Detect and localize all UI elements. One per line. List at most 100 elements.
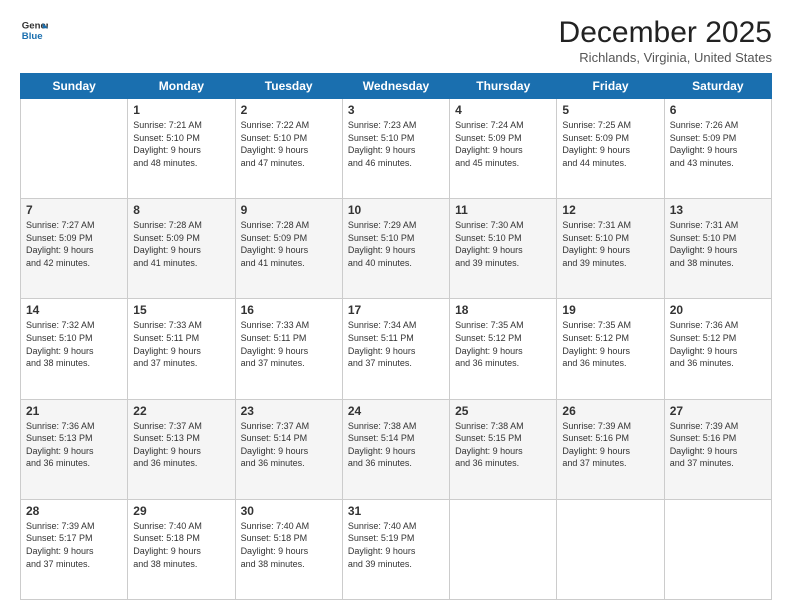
calendar-cell: 24Sunrise: 7:38 AM Sunset: 5:14 PM Dayli… [342,399,449,499]
day-number: 23 [241,404,337,418]
calendar-cell: 23 Sunrise: 7:37 AM Sunset: 5:14 PM Dayli… [235,399,342,499]
calendar-cell [21,99,128,199]
day-info: Sunrise: 7:30 AM Sunset: 5:10 PM Dayligh… [455,219,551,269]
logo-icon: General Blue [20,16,48,44]
calendar-cell: 13 Sunrise: 7:31 AM Sunset: 5:10 PM Dayli… [664,199,771,299]
header-saturday: Saturday [664,74,771,99]
header-tuesday: Tuesday [235,74,342,99]
calendar-cell: 22Sunrise: 7:37 AM Sunset: 5:13 PM Dayli… [128,399,235,499]
calendar-cell: 10 Sunrise: 7:29 AM Sunset: 5:10 PM Dayli… [342,199,449,299]
day-number: 11 [455,203,551,217]
day-info: Sunrise: 7:26 AM Sunset: 5:09 PM Dayligh… [670,119,766,169]
location: Richlands, Virginia, United States [559,50,772,65]
header-monday: Monday [128,74,235,99]
day-number: 17 [348,303,444,317]
month-title: December 2025 [559,16,772,50]
day-number: 10 [348,203,444,217]
day-info: Sunrise: 7:39 AM Sunset: 5:16 PM Dayligh… [670,420,766,470]
title-block: December 2025 Richlands, Virginia, Unite… [559,16,772,65]
header-thursday: Thursday [450,74,557,99]
day-number: 8 [133,203,229,217]
calendar-cell: 29Sunrise: 7:40 AM Sunset: 5:18 PM Dayli… [128,499,235,599]
day-number: 2 [241,103,337,117]
logo: General Blue [20,16,48,44]
day-number: 21 [26,404,122,418]
day-number: 12 [562,203,658,217]
day-info: Sunrise: 7:34 AM Sunset: 5:11 PM Dayligh… [348,319,444,369]
day-info: Sunrise: 7:38 AM Sunset: 5:14 PM Dayligh… [348,420,444,470]
day-number: 25 [455,404,551,418]
calendar-cell: 12 Sunrise: 7:31 AM Sunset: 5:10 PM Dayli… [557,199,664,299]
day-info: Sunrise: 7:35 AM Sunset: 5:12 PM Dayligh… [455,319,551,369]
day-number: 5 [562,103,658,117]
day-info: Sunrise: 7:32 AM Sunset: 5:10 PM Dayligh… [26,319,122,369]
day-info: Sunrise: 7:23 AM Sunset: 5:10 PM Dayligh… [348,119,444,169]
day-number: 26 [562,404,658,418]
week-row-2: 7Sunrise: 7:27 AM Sunset: 5:09 PM Daylig… [21,199,772,299]
day-number: 13 [670,203,766,217]
day-number: 20 [670,303,766,317]
calendar-cell: 5 Sunrise: 7:25 AM Sunset: 5:09 PM Daylig… [557,99,664,199]
day-info: Sunrise: 7:40 AM Sunset: 5:19 PM Dayligh… [348,520,444,570]
calendar-cell: 27 Sunrise: 7:39 AM Sunset: 5:16 PM Dayli… [664,399,771,499]
calendar-table: Sunday Monday Tuesday Wednesday Thursday… [20,73,772,600]
day-info: Sunrise: 7:39 AM Sunset: 5:17 PM Dayligh… [26,520,122,570]
day-number: 16 [241,303,337,317]
day-info: Sunrise: 7:35 AM Sunset: 5:12 PM Dayligh… [562,319,658,369]
calendar-cell [450,499,557,599]
svg-text:Blue: Blue [22,31,43,42]
calendar-cell: 8 Sunrise: 7:28 AM Sunset: 5:09 PM Daylig… [128,199,235,299]
day-info: Sunrise: 7:36 AM Sunset: 5:13 PM Dayligh… [26,420,122,470]
day-info: Sunrise: 7:25 AM Sunset: 5:09 PM Dayligh… [562,119,658,169]
week-row-4: 21 Sunrise: 7:36 AM Sunset: 5:13 PM Dayli… [21,399,772,499]
day-number: 29 [133,504,229,518]
calendar-cell: 2 Sunrise: 7:22 AM Sunset: 5:10 PM Daylig… [235,99,342,199]
header-friday: Friday [557,74,664,99]
page: General Blue December 2025 Richlands, Vi… [0,0,792,612]
day-info: Sunrise: 7:21 AM Sunset: 5:10 PM Dayligh… [133,119,229,169]
week-row-1: 1 Sunrise: 7:21 AM Sunset: 5:10 PM Daylig… [21,99,772,199]
day-info: Sunrise: 7:27 AM Sunset: 5:09 PM Dayligh… [26,219,122,269]
day-number: 3 [348,103,444,117]
calendar-cell: 14 Sunrise: 7:32 AM Sunset: 5:10 PM Dayli… [21,299,128,399]
day-number: 14 [26,303,122,317]
calendar-cell: 18Sunrise: 7:35 AM Sunset: 5:12 PM Dayli… [450,299,557,399]
calendar-cell: 6Sunrise: 7:26 AM Sunset: 5:09 PM Daylig… [664,99,771,199]
calendar-cell: 17 Sunrise: 7:34 AM Sunset: 5:11 PM Dayli… [342,299,449,399]
day-info: Sunrise: 7:24 AM Sunset: 5:09 PM Dayligh… [455,119,551,169]
day-number: 22 [133,404,229,418]
calendar-cell [664,499,771,599]
day-number: 28 [26,504,122,518]
day-info: Sunrise: 7:28 AM Sunset: 5:09 PM Dayligh… [133,219,229,269]
calendar-cell: 19Sunrise: 7:35 AM Sunset: 5:12 PM Dayli… [557,299,664,399]
calendar-cell [557,499,664,599]
day-info: Sunrise: 7:31 AM Sunset: 5:10 PM Dayligh… [670,219,766,269]
day-number: 1 [133,103,229,117]
day-number: 9 [241,203,337,217]
day-info: Sunrise: 7:33 AM Sunset: 5:11 PM Dayligh… [133,319,229,369]
calendar-cell: 16 Sunrise: 7:33 AM Sunset: 5:11 PM Dayli… [235,299,342,399]
week-row-3: 14 Sunrise: 7:32 AM Sunset: 5:10 PM Dayli… [21,299,772,399]
calendar-cell: 9 Sunrise: 7:28 AM Sunset: 5:09 PM Daylig… [235,199,342,299]
day-number: 4 [455,103,551,117]
calendar-cell: 15 Sunrise: 7:33 AM Sunset: 5:11 PM Dayli… [128,299,235,399]
day-info: Sunrise: 7:28 AM Sunset: 5:09 PM Dayligh… [241,219,337,269]
day-info: Sunrise: 7:33 AM Sunset: 5:11 PM Dayligh… [241,319,337,369]
day-info: Sunrise: 7:29 AM Sunset: 5:10 PM Dayligh… [348,219,444,269]
day-info: Sunrise: 7:40 AM Sunset: 5:18 PM Dayligh… [241,520,337,570]
day-info: Sunrise: 7:38 AM Sunset: 5:15 PM Dayligh… [455,420,551,470]
day-info: Sunrise: 7:37 AM Sunset: 5:14 PM Dayligh… [241,420,337,470]
day-number: 27 [670,404,766,418]
header-sunday: Sunday [21,74,128,99]
header: General Blue December 2025 Richlands, Vi… [20,16,772,65]
day-info: Sunrise: 7:31 AM Sunset: 5:10 PM Dayligh… [562,219,658,269]
calendar-cell: 4 Sunrise: 7:24 AM Sunset: 5:09 PM Daylig… [450,99,557,199]
calendar-cell: 31 Sunrise: 7:40 AM Sunset: 5:19 PM Dayli… [342,499,449,599]
day-info: Sunrise: 7:22 AM Sunset: 5:10 PM Dayligh… [241,119,337,169]
calendar-cell: 1 Sunrise: 7:21 AM Sunset: 5:10 PM Daylig… [128,99,235,199]
calendar-cell: 30 Sunrise: 7:40 AM Sunset: 5:18 PM Dayli… [235,499,342,599]
calendar-cell: 25 Sunrise: 7:38 AM Sunset: 5:15 PM Dayli… [450,399,557,499]
day-number: 31 [348,504,444,518]
day-number: 30 [241,504,337,518]
day-number: 15 [133,303,229,317]
